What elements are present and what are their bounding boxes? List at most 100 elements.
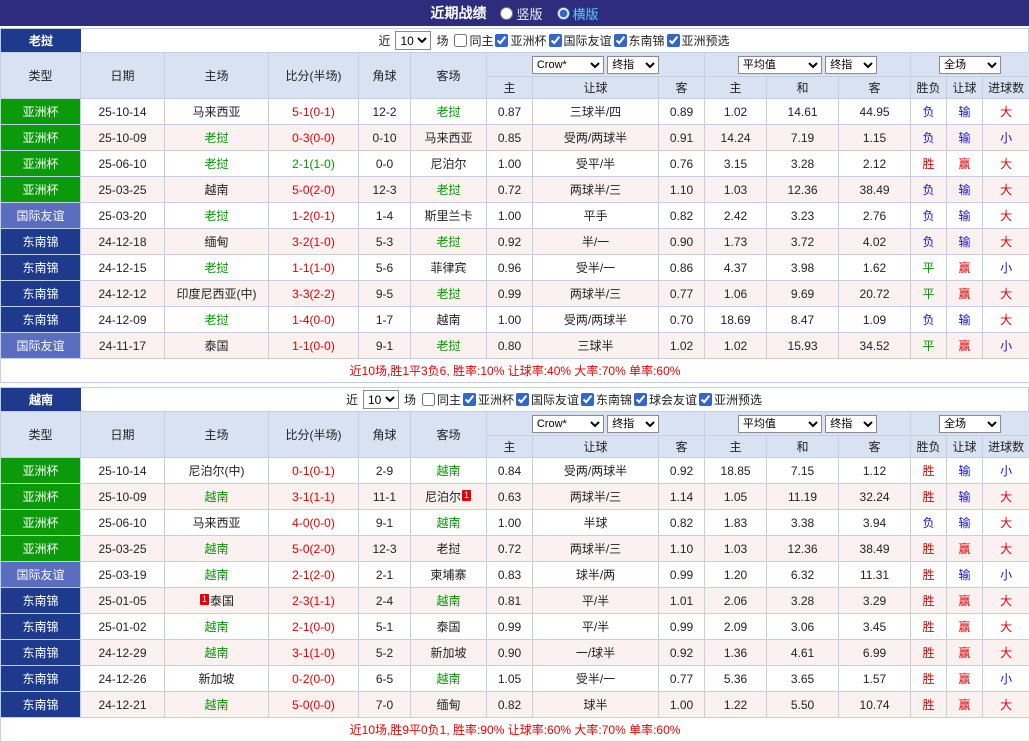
filter-checkbox[interactable] [699,393,712,406]
home-team: 1泰国 [165,588,269,614]
home-team-name: 泰国 [204,339,228,353]
handicap-line: 两球半/三 [533,177,659,203]
col-header-avg-draw: 和 [767,436,839,458]
fulltime-select[interactable]: 全场 [939,415,1001,433]
filter-option[interactable]: 国际友谊 [549,32,612,49]
handicap-odds-away: 0.76 [659,151,705,177]
filter-checkbox[interactable] [463,393,476,406]
handicap-result: 赢 [947,692,983,718]
away-team: 越南 [411,588,487,614]
goals-result: 大 [983,588,1029,614]
filter-checkbox[interactable] [495,34,508,47]
avg-odds-away: 3.94 [839,510,911,536]
bookmaker-select[interactable]: Crow* [532,415,604,433]
filter-checkbox[interactable] [454,34,467,47]
filter-option[interactable]: 东南锦 [614,32,665,49]
handicap-line: 受两/两球半 [533,307,659,333]
handicap-odds-home: 0.90 [487,640,533,666]
filter-option[interactable]: 亚洲预选 [699,391,762,408]
view-option-vertical[interactable]: 竖版 [500,4,542,23]
handicap-odds-away: 1.10 [659,536,705,562]
col-header-score: 比分(半场) [269,53,359,99]
avg-odds-draw: 6.32 [767,562,839,588]
handicap-odds-group-header: Crow* 终指 [487,412,705,436]
average-select[interactable]: 平均值 [738,415,822,433]
fulltime-result: 胜 [911,562,947,588]
recent-label-prefix: 近 [378,32,390,49]
home-team: 印度尼西亚(中) [165,281,269,307]
home-team: 老挝 [165,307,269,333]
final-index-select[interactable]: 终指 [825,415,877,433]
home-team-name: 老挝 [204,209,228,223]
away-team: 泰国 [411,614,487,640]
filter-checkbox[interactable] [549,34,562,47]
fulltime-result: 胜 [911,588,947,614]
match-date: 24-11-17 [81,333,165,359]
vertical-radio[interactable] [500,7,513,20]
home-team-name: 越南 [204,698,228,712]
filter-checkbox[interactable] [667,34,680,47]
fulltime-select[interactable]: 全场 [939,56,1001,74]
home-team-name: 印度尼西亚(中) [177,287,257,301]
handicap-odds-home: 0.99 [487,614,533,640]
filter-option[interactable]: 东南锦 [581,391,632,408]
filter-option[interactable]: 同主 [422,391,461,408]
match-date: 24-12-26 [81,666,165,692]
final-index-select[interactable]: 终指 [607,56,659,74]
average-select[interactable]: 平均值 [738,56,822,74]
filter-option[interactable]: 亚洲杯 [495,32,546,49]
filter-checkbox[interactable] [614,34,627,47]
filter-option[interactable]: 同主 [454,32,493,49]
avg-odds-home: 1.22 [705,692,767,718]
handicap-result: 输 [947,307,983,333]
handicap-odds-away: 0.91 [659,125,705,151]
filter-option[interactable]: 亚洲杯 [463,391,514,408]
corner-score: 12-3 [359,177,411,203]
handicap-odds-home: 0.83 [487,562,533,588]
corner-score: 5-2 [359,640,411,666]
col-header-odds-away: 客 [659,77,705,99]
match-count-select[interactable]: 10 [363,390,399,409]
avg-odds-draw: 3.38 [767,510,839,536]
away-team-name: 尼泊尔 [425,490,461,504]
away-team: 新加坡 [411,640,487,666]
filter-checkbox[interactable] [634,393,647,406]
handicap-odds-home: 1.00 [487,510,533,536]
corner-score: 2-1 [359,562,411,588]
handicap-odds-away: 0.92 [659,458,705,484]
view-option-horizontal[interactable]: 横版 [557,4,599,23]
filter-option[interactable]: 球会友谊 [634,391,697,408]
goals-result: 大 [983,307,1029,333]
filter-option[interactable]: 国际友谊 [516,391,579,408]
match-row: 亚洲杯25-03-25越南5-0(2-0)12-3老挝0.72两球半/三1.10… [1,177,1029,203]
goals-result: 大 [983,614,1029,640]
match-date: 25-06-10 [81,510,165,536]
bookmaker-select[interactable]: Crow* [532,56,604,74]
filter-option[interactable]: 亚洲预选 [667,32,730,49]
handicap-odds-home: 0.81 [487,588,533,614]
fulltime-result: 胜 [911,151,947,177]
final-index-select[interactable]: 终指 [607,415,659,433]
match-row: 东南锦24-12-18缅甸3-2(1-0)5-3老挝0.92半/一0.901.7… [1,229,1029,255]
corner-score: 2-4 [359,588,411,614]
away-team-name: 老挝 [436,235,460,249]
filter-checkbox[interactable] [581,393,594,406]
match-count-select[interactable]: 10 [395,31,431,50]
col-header-odds-away: 客 [659,436,705,458]
vertical-label: 竖版 [516,4,542,23]
away-team: 老挝 [411,229,487,255]
handicap-odds-group-header: Crow* 终指 [487,53,705,77]
col-header-score: 比分(半场) [269,412,359,458]
filter-checkbox[interactable] [516,393,529,406]
away-team: 老挝 [411,281,487,307]
score: 0-1(0-1) [269,458,359,484]
avg-odds-home: 1.03 [705,177,767,203]
horizontal-radio[interactable] [557,7,570,20]
corner-score: 1-7 [359,307,411,333]
final-index-select[interactable]: 终指 [825,56,877,74]
handicap-result: 输 [947,125,983,151]
col-header-result: 胜负 [911,436,947,458]
filter-checkbox[interactable] [422,393,435,406]
handicap-line: 受半/一 [533,666,659,692]
match-type: 亚洲杯 [1,125,81,151]
